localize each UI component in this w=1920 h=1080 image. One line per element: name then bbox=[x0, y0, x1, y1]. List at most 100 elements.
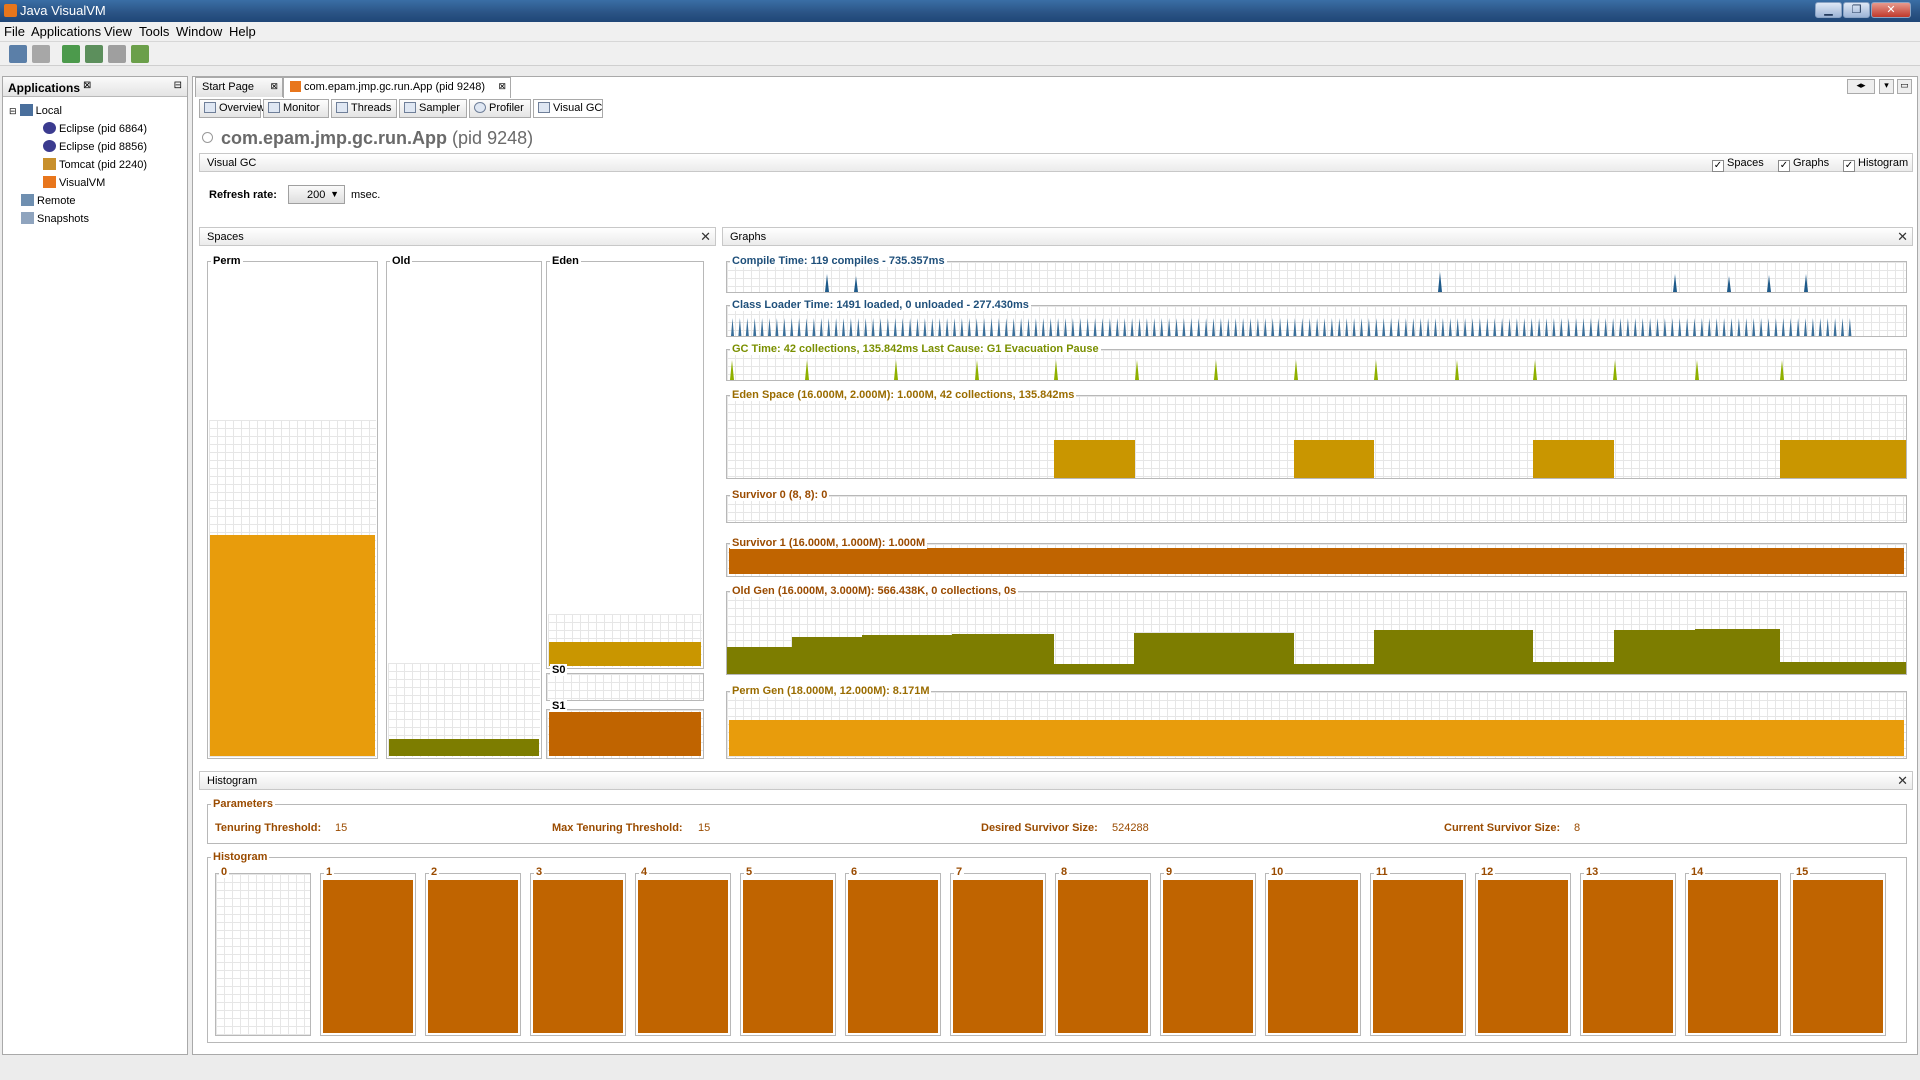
collapse-icon[interactable]: ⊟ bbox=[9, 106, 17, 116]
tab-application[interactable]: com.epam.jmp.gc.run.App (pid 9248) ⊠ bbox=[283, 77, 511, 98]
class-loader-spike bbox=[1663, 318, 1667, 336]
visual-gc-title: Visual GC bbox=[207, 157, 257, 169]
maximize-button[interactable]: ❐ bbox=[1843, 2, 1870, 18]
class-loader-spike bbox=[1715, 318, 1719, 336]
refresh-unit: msec. bbox=[351, 189, 381, 201]
histogram-bin bbox=[1475, 873, 1571, 1036]
graphs-checkbox[interactable]: ✓ Graphs bbox=[1778, 157, 1829, 172]
class-loader-spike bbox=[1722, 318, 1726, 336]
tab-monitor[interactable]: Monitor bbox=[263, 99, 329, 118]
app-pid: (pid 9248) bbox=[452, 128, 534, 148]
eden-usage-block bbox=[1533, 440, 1614, 478]
refresh-rate-select[interactable]: 200 ▼ bbox=[288, 185, 345, 204]
histogram-bin-label: 15 bbox=[1794, 866, 1811, 878]
close-panel-icon[interactable]: ⊠ bbox=[83, 80, 91, 91]
class-loader-spike bbox=[1308, 318, 1312, 336]
tree-node-tomcat-2240[interactable]: Tomcat (pid 2240) bbox=[43, 158, 147, 171]
save-icon[interactable] bbox=[32, 45, 50, 63]
parameters-label: Parameters bbox=[211, 798, 275, 810]
class-loader-spike bbox=[1545, 318, 1548, 336]
class-loader-spike bbox=[1330, 318, 1334, 336]
minimize-panel-icon[interactable]: ⊟ bbox=[174, 80, 182, 91]
class-loader-spike bbox=[1833, 318, 1837, 336]
class-loader-spike bbox=[1648, 318, 1652, 336]
tab-overview[interactable]: Overview bbox=[199, 99, 265, 118]
tab-profiler[interactable]: Profiler bbox=[469, 99, 531, 118]
spaces-checkbox[interactable]: ✓ Spaces bbox=[1712, 157, 1764, 172]
tree-node-remote[interactable]: Remote bbox=[21, 194, 76, 207]
close-tab-icon[interactable]: ⊠ bbox=[270, 81, 278, 92]
tree-node-local[interactable]: ⊟ Local bbox=[9, 104, 62, 117]
menu-file[interactable]: File bbox=[4, 24, 25, 39]
gc-spike bbox=[805, 360, 809, 380]
class-loader-spike bbox=[1115, 318, 1119, 336]
class-loader-spike bbox=[1685, 318, 1689, 336]
refresh-rate-value: 200 bbox=[307, 189, 326, 201]
minimize-button[interactable]: ▁ bbox=[1815, 2, 1842, 18]
gc-spike bbox=[975, 360, 979, 380]
tree-node-snapshots[interactable]: Snapshots bbox=[21, 212, 89, 225]
tab-sampler[interactable]: Sampler bbox=[399, 99, 467, 118]
class-loader-spike bbox=[1707, 318, 1711, 336]
class-loader-spike bbox=[1197, 318, 1201, 336]
menu-view[interactable]: View bbox=[104, 24, 132, 39]
subtab-label: Sampler bbox=[419, 102, 460, 114]
class-loader-spike bbox=[1352, 318, 1356, 336]
tab-threads[interactable]: Threads bbox=[331, 99, 397, 118]
heap-dump-icon[interactable] bbox=[108, 45, 126, 63]
old-space bbox=[386, 261, 542, 759]
class-loader-spike bbox=[1034, 318, 1038, 336]
chevron-down-icon: ▼ bbox=[330, 189, 339, 199]
class-loader-spike bbox=[1737, 318, 1741, 336]
class-loader-spike bbox=[1234, 318, 1238, 336]
class-loader-spike bbox=[1271, 318, 1275, 336]
close-icon[interactable]: ✕ bbox=[1897, 229, 1908, 245]
class-loader-spike bbox=[834, 318, 838, 336]
perm-gen-label: Perm Gen (18.000M, 12.000M): 8.171M bbox=[730, 685, 932, 697]
histogram-bin bbox=[215, 873, 311, 1036]
scroll-tabs-button[interactable]: ◂▸ bbox=[1847, 79, 1875, 94]
close-icon[interactable]: ✕ bbox=[700, 229, 711, 245]
close-button[interactable]: ✕ bbox=[1871, 2, 1911, 18]
eden-space-graph bbox=[726, 395, 1907, 479]
class-loader-spike bbox=[1670, 318, 1674, 336]
class-loader-spike bbox=[1086, 318, 1090, 336]
close-tab-icon[interactable]: ⊠ bbox=[498, 81, 506, 92]
histogram-bin-fill bbox=[848, 880, 938, 1033]
histogram-bin-fill bbox=[1478, 880, 1568, 1033]
compile-spike bbox=[1673, 274, 1677, 292]
add-remote-host-icon[interactable] bbox=[85, 45, 103, 63]
tenuring-threshold-label: Tenuring Threshold: bbox=[215, 822, 322, 834]
histogram-bin-label: 6 bbox=[849, 866, 860, 878]
checkbox-label: Spaces bbox=[1727, 157, 1764, 169]
tab-start-page[interactable]: Start Page ⊠ bbox=[195, 77, 283, 97]
applications-panel-title: Applications bbox=[8, 81, 81, 95]
class-loader-spike bbox=[856, 318, 860, 336]
tab-list-dropdown[interactable]: ▾ bbox=[1879, 79, 1894, 94]
load-snapshot-icon[interactable] bbox=[9, 45, 27, 63]
menu-applications[interactable]: Applications bbox=[31, 24, 101, 39]
menu-window[interactable]: Window bbox=[176, 24, 222, 39]
add-snapshot-icon[interactable] bbox=[131, 45, 149, 63]
close-icon[interactable]: ✕ bbox=[1897, 773, 1908, 789]
tree-node-eclipse-8856[interactable]: Eclipse (pid 8856) bbox=[43, 140, 147, 153]
remote-hosts-icon bbox=[21, 194, 34, 206]
class-loader-spike bbox=[745, 318, 749, 336]
class-loader-spike bbox=[1160, 318, 1164, 336]
class-loader-spike bbox=[1522, 318, 1526, 336]
spaces-header: Spaces ✕ bbox=[199, 227, 716, 246]
add-jmx-connection-icon[interactable] bbox=[62, 45, 80, 63]
tab-label: com.epam.jmp.gc.run.App (pid 9248) bbox=[304, 81, 485, 93]
menu-tools[interactable]: Tools bbox=[139, 24, 169, 39]
java-app-icon bbox=[4, 4, 17, 17]
class-loader-spike bbox=[1456, 318, 1460, 336]
class-loader-spike bbox=[731, 318, 734, 336]
tab-visual-gc[interactable]: Visual GC bbox=[533, 99, 603, 118]
tree-node-visualvm[interactable]: VisualVM bbox=[43, 176, 105, 189]
s0-space bbox=[546, 673, 704, 701]
tree-node-eclipse-6864[interactable]: Eclipse (pid 6864) bbox=[43, 122, 147, 135]
menu-help[interactable]: Help bbox=[229, 24, 256, 39]
histogram-checkbox[interactable]: ✓ Histogram bbox=[1843, 157, 1908, 172]
s1-used-bar bbox=[549, 712, 701, 756]
maximize-tab-button[interactable]: ▭ bbox=[1897, 79, 1912, 94]
